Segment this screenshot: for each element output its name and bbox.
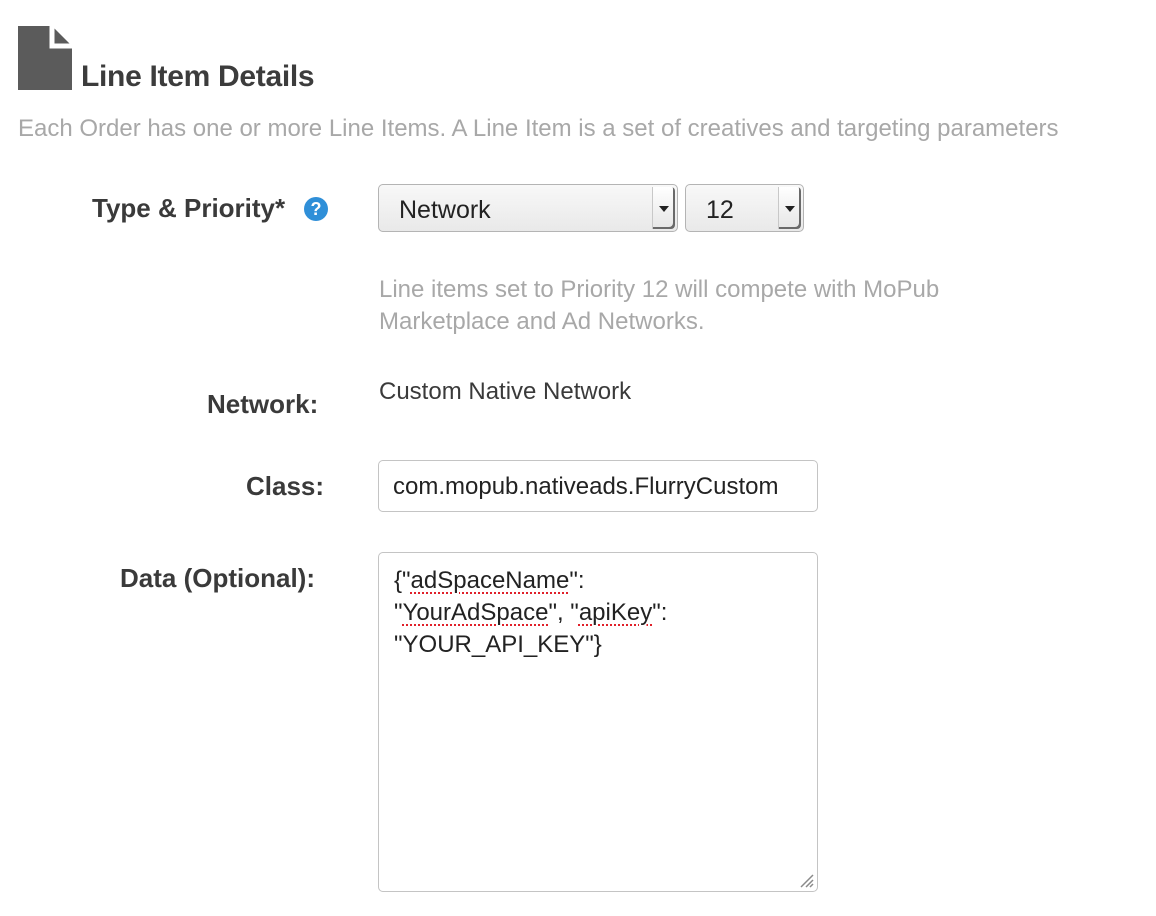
line-item-details-page: Line Item Details Each Order has one or … — [0, 0, 1156, 916]
misspelled-word: adSpaceName — [410, 567, 570, 594]
network-label: Network: — [207, 389, 319, 419]
data-text: ", " — [548, 599, 579, 626]
data-text: ": — [569, 567, 585, 594]
misspelled-word: YourAdSpace — [402, 599, 549, 626]
type-select-value: Network — [399, 196, 491, 224]
priority-select-value: 12 — [706, 196, 734, 224]
section-description: Each Order has one or more Line Items. A… — [18, 115, 1059, 142]
priority-hint: Line items set to Priority 12 will compe… — [379, 274, 1039, 338]
data-text: " — [394, 599, 403, 626]
type-select[interactable]: Network — [378, 184, 678, 232]
document-icon — [18, 26, 72, 90]
data-line-3: "YOUR_API_KEY"} — [394, 631, 602, 658]
class-label: Class: — [246, 471, 325, 501]
data-text: ": — [652, 599, 668, 626]
data-text: {" — [394, 567, 411, 594]
priority-hint-line-2: Marketplace and Ad Networks. — [379, 308, 705, 335]
data-line-1: {"adSpaceName": — [394, 565, 804, 597]
data-textarea-value: {"adSpaceName": "YourAdSpace", "apiKey":… — [394, 565, 804, 661]
data-textarea[interactable]: {"adSpaceName": "YourAdSpace", "apiKey":… — [378, 552, 818, 892]
class-input[interactable]: com.mopub.nativeads.FlurryCustom — [378, 460, 818, 512]
misspelled-word: apiKey — [578, 599, 653, 626]
type-priority-label: Type & Priority* — [92, 193, 286, 223]
section-title: Line Item Details — [81, 60, 315, 93]
priority-select[interactable]: 12 — [685, 184, 804, 232]
data-line-2: "YourAdSpace", "apiKey": — [394, 597, 804, 629]
dropdown-arrow-icon — [652, 187, 675, 229]
dropdown-arrow-icon — [778, 187, 801, 229]
question-circle-icon[interactable]: ? — [304, 197, 328, 221]
data-label: Data (Optional): — [120, 563, 315, 593]
resize-grip-icon[interactable] — [798, 872, 814, 888]
class-input-value: com.mopub.nativeads.FlurryCustom — [393, 473, 779, 500]
network-value: Custom Native Network — [379, 378, 632, 405]
priority-hint-line-1: Line items set to Priority 12 will compe… — [379, 276, 940, 303]
